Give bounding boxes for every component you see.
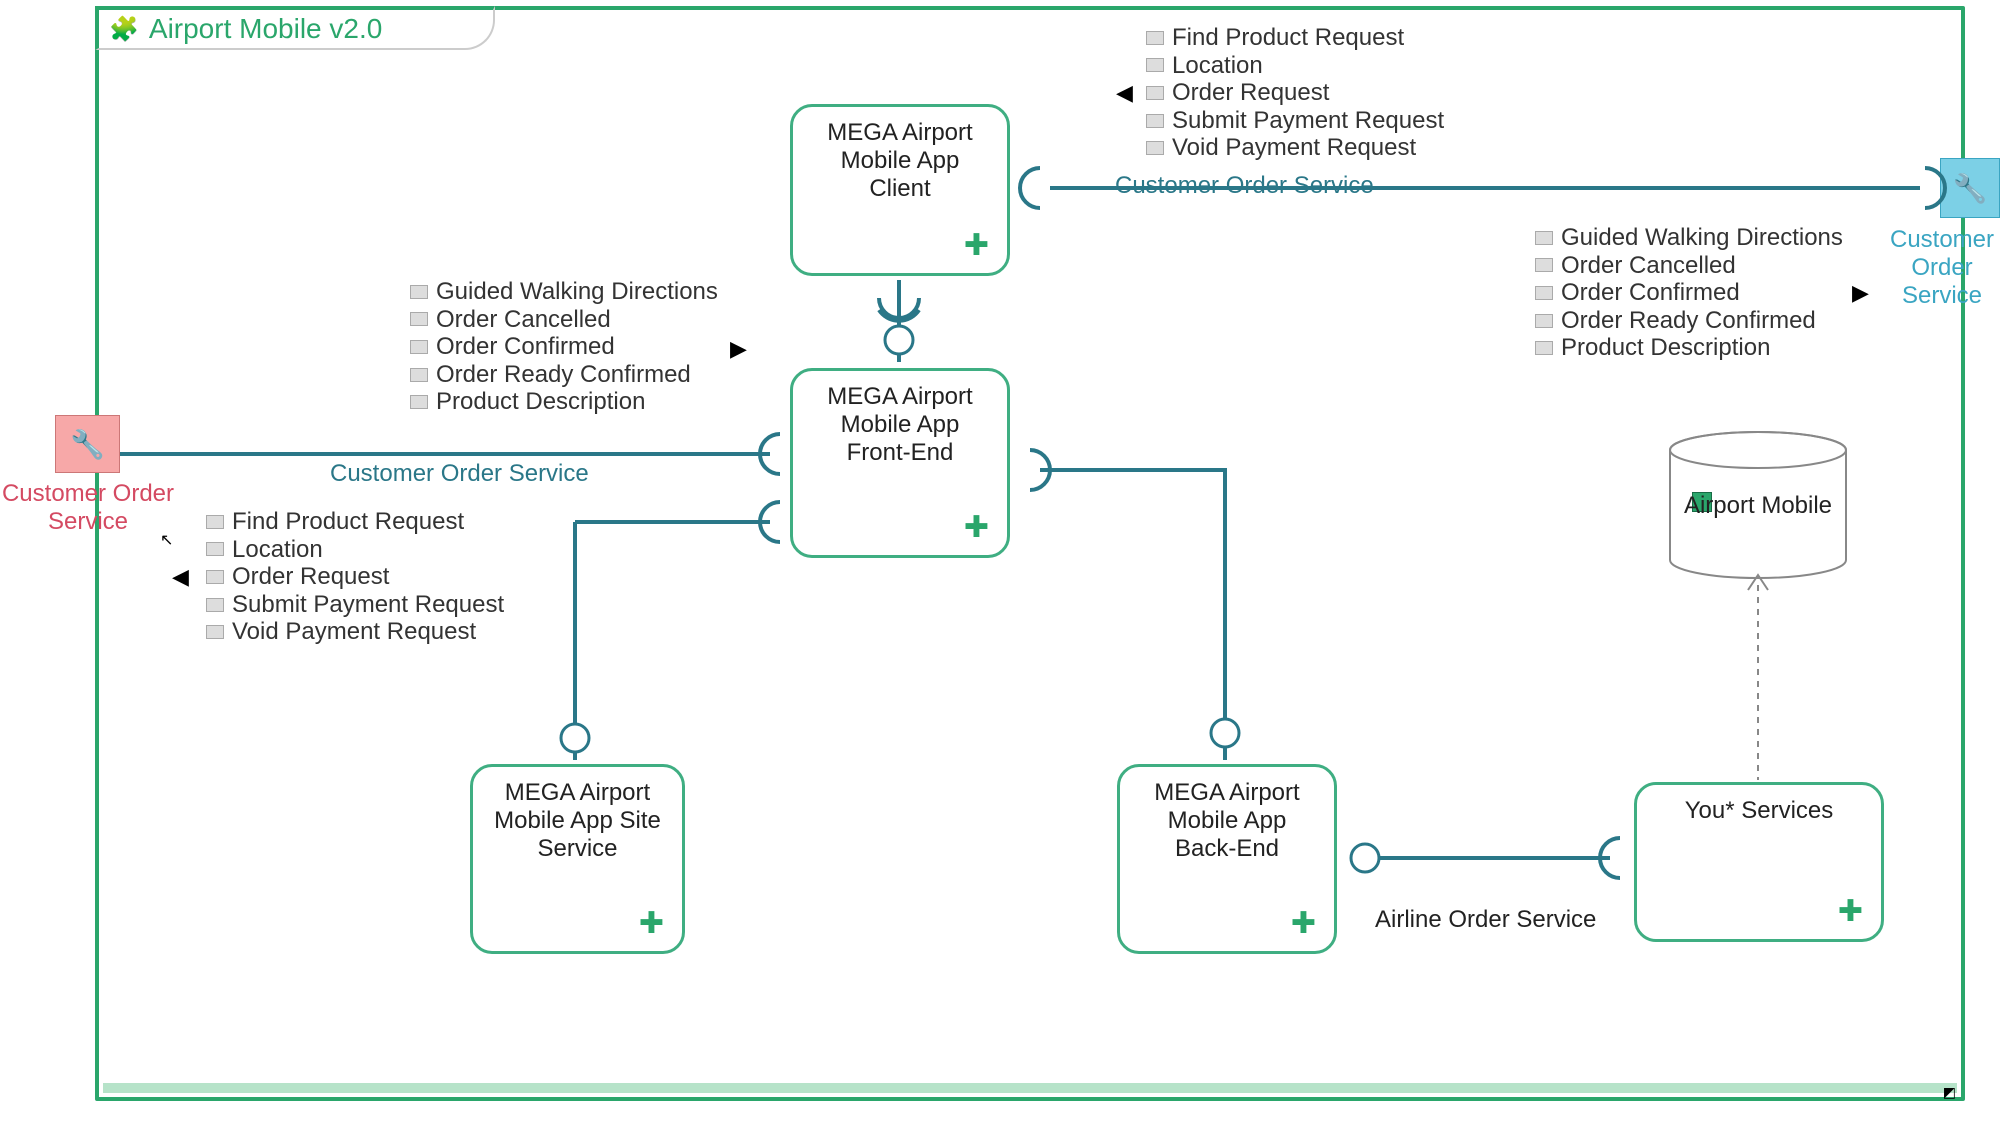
external-service-left-label: Customer Order Service xyxy=(0,480,176,536)
connector-label-airline: Airline Order Service xyxy=(1375,906,1596,934)
datastore-label: Airport Mobile xyxy=(1668,492,1848,520)
connector-label-top: Customer Order Service xyxy=(1115,172,1374,200)
component-label: MEGA Airport Mobile App Site Service xyxy=(487,779,668,863)
puzzle-icon: ✚ xyxy=(639,906,664,941)
component-backend[interactable]: MEGA Airport Mobile App Back-End ✚ xyxy=(1117,764,1337,954)
arrow-left-icon: ◀ xyxy=(1116,80,1133,106)
msg-group-requests-top: Find Product Request Location Order Requ… xyxy=(1146,24,1444,162)
puzzle-icon: ✚ xyxy=(1291,906,1316,941)
arrow-left-icon: ◀ xyxy=(172,564,189,590)
msg-group-requests-left: Find Product Request Location Order Requ… xyxy=(206,508,504,646)
component-client[interactable]: MEGA Airport Mobile App Client ✚ xyxy=(790,104,1010,276)
cursor-icon: ↖ xyxy=(160,530,173,550)
datastore-airport-mobile[interactable]: Airport Mobile xyxy=(1668,430,1848,580)
external-service-right-label: Customer Order Service xyxy=(1872,226,2000,310)
puzzle-icon: ✚ xyxy=(964,228,989,263)
component-frontend[interactable]: MEGA Airport Mobile App Front-End ✚ xyxy=(790,368,1010,558)
resize-handle-icon[interactable]: ◩ xyxy=(1943,1084,1956,1101)
component-youx[interactable]: You* Services ✚ xyxy=(1634,782,1884,942)
connector-label-mid: Customer Order Service xyxy=(330,460,589,488)
component-label: You* Services xyxy=(1685,797,1834,825)
component-site[interactable]: MEGA Airport Mobile App Site Service ✚ xyxy=(470,764,685,954)
diagram-title-tab[interactable]: 🧩 Airport Mobile v2.0 xyxy=(95,6,495,50)
external-service-right[interactable]: 🔧 xyxy=(1940,158,2000,218)
puzzle-icon: 🧩 xyxy=(109,15,139,44)
msg-group-responses-left: Guided Walking Directions Order Cancelle… xyxy=(410,278,718,416)
component-label: MEGA Airport Mobile App Back-End xyxy=(1134,779,1320,863)
arrow-right-icon: ▶ xyxy=(1852,280,1869,306)
component-label: MEGA Airport Mobile App Client xyxy=(807,119,993,203)
arrow-right-icon: ▶ xyxy=(730,336,747,362)
external-service-left[interactable]: 🔧 xyxy=(55,415,120,473)
frame-bottom-bar xyxy=(103,1083,1957,1093)
puzzle-icon: ✚ xyxy=(964,510,989,545)
diagram-title: Airport Mobile v2.0 xyxy=(149,13,382,45)
puzzle-icon: ✚ xyxy=(1838,894,1863,929)
component-label: MEGA Airport Mobile App Front-End xyxy=(807,383,993,467)
wrench-icon: 🔧 xyxy=(70,428,105,461)
msg-group-responses-right: Guided Walking Directions Order Cancelle… xyxy=(1535,224,1843,362)
wrench-icon: 🔧 xyxy=(1953,172,1988,205)
